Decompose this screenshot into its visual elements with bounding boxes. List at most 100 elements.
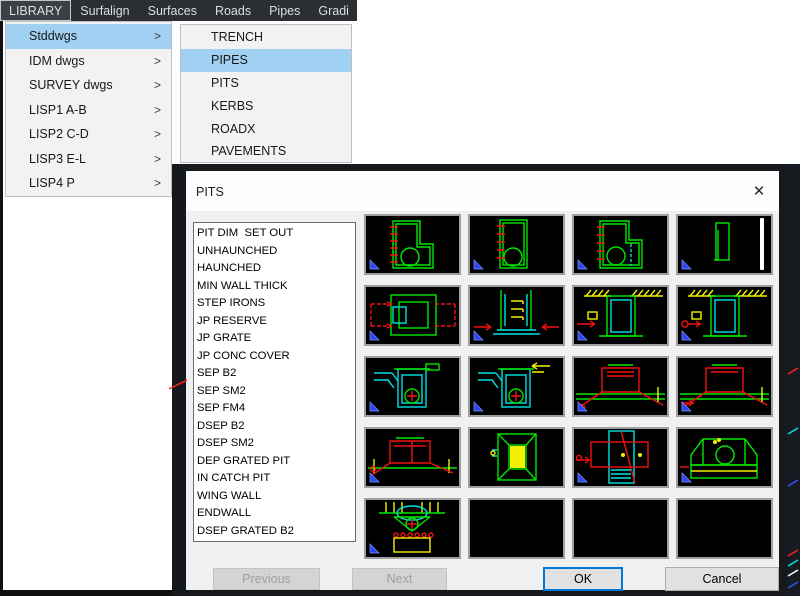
stddwgs-submenu: TRENCHPIPESPITSKERBSROADXPAVEMENTS xyxy=(180,24,352,163)
pits-dialog: PITS ✕ PIT DIM SET OUTUNHAUNCHEDHAUNCHED… xyxy=(172,164,786,596)
list-item[interactable]: IN CATCH PIT xyxy=(197,470,355,488)
menu-item-stddwgs[interactable]: Stddwgs > xyxy=(6,24,171,49)
wall-thickness-detail-icon xyxy=(678,216,771,273)
list-item[interactable]: MIN WALL THICK xyxy=(197,278,355,296)
submenu-arrow-icon: > xyxy=(154,54,161,68)
menu-item-lisp1-a-b[interactable]: LISP1 A-B > xyxy=(6,98,171,123)
menu-item-idm-dwgs[interactable]: IDM dwgs> xyxy=(6,49,171,74)
pit-plan-stepped-chamber-icon xyxy=(574,216,667,273)
road-section-pit-2-icon xyxy=(678,358,771,415)
menubar-item-roads[interactable]: Roads xyxy=(206,0,260,21)
menu-item-lisp4-p[interactable]: LISP4 P > xyxy=(6,171,171,196)
pit-plan-nested-chambers-icon xyxy=(366,287,459,344)
thumbnail-cell-18[interactable] xyxy=(468,498,565,559)
cad-line-artifact xyxy=(169,377,188,391)
list-item[interactable]: DSEP SM2 xyxy=(197,435,355,453)
list-item[interactable]: JP RESERVE xyxy=(197,313,355,331)
road-section-pit-icon xyxy=(574,358,667,415)
list-item[interactable]: DSEP GRATED B2 xyxy=(197,523,355,541)
list-item[interactable]: DSEP B2 xyxy=(197,418,355,436)
library-dropdown-menu: Stddwgs>IDM dwgs>SURVEY dwgs>LISP1 A-B>L… xyxy=(5,21,172,197)
thumbnail-cell-4[interactable] xyxy=(676,214,773,275)
catch-pit-section-icon xyxy=(574,429,667,486)
thumbnail-cell-12[interactable] xyxy=(676,356,773,417)
menubar-item-surfaces[interactable]: Surfaces xyxy=(139,0,206,21)
menubar-item-gradi[interactable]: Gradi xyxy=(309,0,357,21)
menu-item-label: LISP4 P xyxy=(29,176,75,190)
list-item[interactable]: UNHAUNCHED xyxy=(197,243,355,261)
submenu-item-trench[interactable]: TRENCH xyxy=(181,26,351,49)
list-item[interactable]: STEP IRONS xyxy=(197,295,355,313)
menu-item-label: LISP3 E-L xyxy=(29,152,86,166)
thumbnail-cell-7[interactable] xyxy=(572,285,669,346)
ok-button[interactable]: OK xyxy=(543,567,623,591)
list-item[interactable]: DEP GRATED PIT xyxy=(197,453,355,471)
dialog-title-bar: PITS ✕ xyxy=(186,171,779,211)
submenu-item-pipes[interactable]: PIPES xyxy=(181,49,351,72)
thumbnail-cell-5[interactable] xyxy=(364,285,461,346)
thumbnail-cell-13[interactable] xyxy=(364,427,461,488)
submenu-arrow-icon: > xyxy=(154,29,161,43)
submenu-item-kerbs[interactable]: KERBS xyxy=(181,94,351,117)
submenu-item-pavements[interactable]: PAVEMENTS xyxy=(181,140,351,163)
list-item[interactable]: JP GRATE xyxy=(197,330,355,348)
thumbnail-cell-6[interactable] xyxy=(468,285,565,346)
list-item[interactable]: SEP B2 xyxy=(197,365,355,383)
list-item[interactable]: JP CONC COVER xyxy=(197,348,355,366)
next-button[interactable]: Next xyxy=(352,568,447,590)
submenu-arrow-icon: > xyxy=(154,176,161,190)
submenu-arrow-icon: > xyxy=(154,152,161,166)
sep-pit-section-icon xyxy=(366,358,459,415)
menu-item-label: LISP2 C-D xyxy=(29,127,89,141)
thumbnail-cell-14[interactable] xyxy=(468,427,565,488)
cad-background-strip xyxy=(786,164,800,596)
submenu-item-pits[interactable]: PITS xyxy=(181,72,351,95)
thumbnail-cell-2[interactable] xyxy=(468,214,565,275)
thumbnail-cell-19[interactable] xyxy=(572,498,669,559)
thumbnail-cell-1[interactable] xyxy=(364,214,461,275)
close-icon[interactable]: ✕ xyxy=(747,179,771,203)
menu-item-lisp2-c-d[interactable]: LISP2 C-D > xyxy=(6,122,171,147)
menubar-item-library[interactable]: LIBRARY xyxy=(0,0,71,21)
thumbnail-grid xyxy=(364,214,773,559)
submenu-arrow-icon: > xyxy=(154,103,161,117)
submenu-item-roadx[interactable]: ROADX xyxy=(181,117,351,140)
list-item[interactable]: HAUNCHED xyxy=(197,260,355,278)
pit-plan-rect-chamber-icon xyxy=(470,216,563,273)
pit-type-listbox[interactable]: PIT DIM SET OUTUNHAUNCHEDHAUNCHEDMIN WAL… xyxy=(193,222,356,542)
menubar: LIBRARYSurfalignSurfacesRoadsPipesGradi xyxy=(0,0,357,21)
list-item[interactable]: PIT DIM SET OUT xyxy=(197,225,355,243)
menu-item-label: LISP1 A-B xyxy=(29,103,87,117)
pit-plan-offset-chamber-icon xyxy=(366,216,459,273)
thumbnail-cell-9[interactable] xyxy=(364,356,461,417)
road-section-pit-3-icon xyxy=(366,429,459,486)
menu-item-lisp3-e-l[interactable]: LISP3 E-L > xyxy=(6,147,171,172)
submenu-arrow-icon: > xyxy=(154,78,161,92)
thumbnail-cell-16[interactable] xyxy=(676,427,773,488)
menubar-item-surfalign[interactable]: Surfalign xyxy=(71,0,138,21)
menubar-item-pipes[interactable]: Pipes xyxy=(260,0,309,21)
list-item[interactable]: ENDWALL xyxy=(197,505,355,523)
thumbnail-cell-3[interactable] xyxy=(572,214,669,275)
sep-pit-section-arrows-icon xyxy=(470,358,563,415)
list-item[interactable]: SEP SM2 xyxy=(197,383,355,401)
thumbnail-cell-10[interactable] xyxy=(468,356,565,417)
submenu-arrow-icon: > xyxy=(154,127,161,141)
thumbnail-cell-11[interactable] xyxy=(572,356,669,417)
list-item[interactable]: SEP FM4 xyxy=(197,400,355,418)
screen-left-edge xyxy=(0,21,3,590)
thumbnail-cell-20[interactable] xyxy=(676,498,773,559)
endwall-elevation-icon xyxy=(366,500,459,557)
thumbnail-cell-17[interactable] xyxy=(364,498,461,559)
thumbnail-cell-8[interactable] xyxy=(676,285,773,346)
previous-button[interactable]: Previous xyxy=(213,568,320,590)
grated-pit-plan-icon xyxy=(470,429,563,486)
thumbnail-cell-15[interactable] xyxy=(572,427,669,488)
pit-section-ground-cover-icon xyxy=(574,287,667,344)
list-item[interactable]: WING WALL xyxy=(197,488,355,506)
menu-item-survey-dwgs[interactable]: SURVEY dwgs > xyxy=(6,73,171,98)
menu-item-label: SURVEY dwgs xyxy=(29,78,113,92)
cancel-button[interactable]: Cancel xyxy=(665,567,779,591)
dialog-title: PITS xyxy=(196,185,224,199)
menu-item-label: Stddwgs xyxy=(29,29,77,43)
